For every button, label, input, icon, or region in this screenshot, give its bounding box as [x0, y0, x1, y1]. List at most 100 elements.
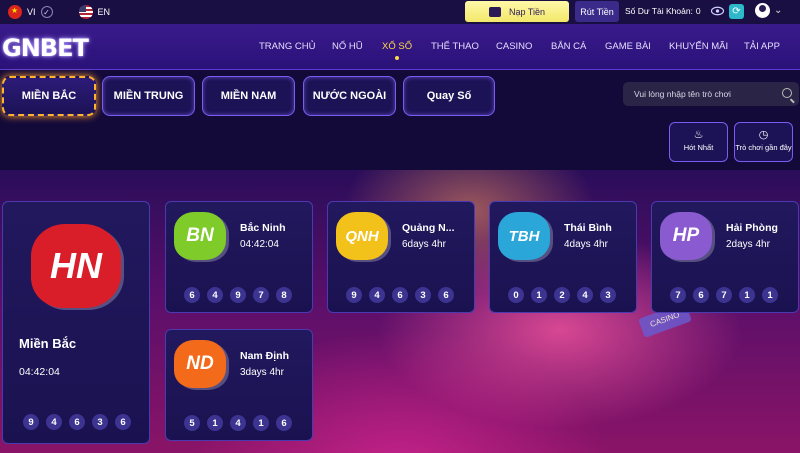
- hp-badge-icon: HP: [660, 212, 712, 260]
- balance-value: 0: [695, 6, 701, 16]
- tab-nuoc-ngoai[interactable]: NƯỚC NGOÀI: [303, 76, 396, 116]
- result-ball: 6: [392, 287, 408, 303]
- result-ball: 3: [600, 287, 616, 303]
- account-balance: Số Dư Tài Khoản: 0: [625, 6, 701, 16]
- tab-mien-bac[interactable]: MIỀN BẮC: [2, 76, 96, 116]
- game-card-hai-phong[interactable]: HP Hải Phòng 2days 4hr 7 6 7 1 1: [651, 201, 799, 313]
- result-ball: 7: [670, 287, 686, 303]
- result-ball: 6: [438, 287, 454, 303]
- result-ball: 1: [253, 415, 269, 431]
- tab-mien-trung[interactable]: MIỀN TRUNG: [102, 76, 195, 116]
- result-ball: 4: [207, 287, 223, 303]
- language-en-label: EN: [97, 7, 111, 17]
- filter-area: MIỀN BẮC MIỀN TRUNG MIỀN NAM NƯỚC NGOÀI …: [0, 70, 800, 170]
- game-countdown: 2days 4hr: [726, 239, 770, 250]
- nav-item-home[interactable]: TRANG CHỦ: [259, 41, 315, 52]
- game-name: Miền Bắc: [19, 336, 77, 351]
- result-ball: 7: [253, 287, 269, 303]
- game-name: Thái Bình: [564, 222, 612, 234]
- result-ball: 7: [716, 287, 732, 303]
- balance-label: Số Dư Tài Khoản:: [625, 6, 693, 16]
- top-bar: VI ✓ EN Nạp Tiền Rút Tiền Số Dư Tài Khoả…: [0, 0, 800, 24]
- deposit-label: Nạp Tiền: [508, 6, 546, 17]
- result-ball: 6: [69, 414, 85, 430]
- game-countdown: 04:42:04: [240, 239, 279, 250]
- user-icon: [755, 3, 770, 18]
- result-numbers: 7 6 7 1 1: [670, 287, 778, 303]
- nav-item-slots[interactable]: NỔ HŨ: [332, 41, 363, 52]
- game-card-quang-ninh[interactable]: QNH Quảng N... 6days 4hr 9 4 6 3 6: [327, 201, 475, 313]
- result-ball: 5: [184, 415, 200, 431]
- withdraw-button[interactable]: Rút Tiền: [575, 1, 619, 22]
- result-ball: 4: [46, 414, 62, 430]
- result-ball: 6: [115, 414, 131, 430]
- result-ball: 3: [415, 287, 431, 303]
- eye-icon[interactable]: [711, 6, 724, 16]
- deposit-button[interactable]: Nạp Tiền: [465, 1, 569, 22]
- game-name: Quảng N...: [402, 222, 455, 234]
- game-countdown: 4days 4hr: [564, 239, 608, 250]
- search-input[interactable]: Vui lòng nhập tên trò chơi: [623, 82, 799, 106]
- game-countdown: 6days 4hr: [402, 239, 446, 250]
- game-card-mien-bac[interactable]: HN Miền Bắc 04:42:04 9 4 6 3 6: [2, 201, 150, 444]
- result-ball: 8: [276, 287, 292, 303]
- game-countdown: 3days 4hr: [240, 367, 284, 378]
- recent-label: Trò chơi gần đây: [735, 143, 792, 152]
- nav-item-lottery[interactable]: XỔ SỐ: [382, 41, 412, 60]
- game-name: Bắc Ninh: [240, 222, 286, 234]
- result-ball: 0: [508, 287, 524, 303]
- recent-games-button[interactable]: ◷ Trò chơi gần đây: [734, 122, 793, 162]
- game-name: Nam Định: [240, 350, 290, 362]
- nav-item-sports[interactable]: THỂ THAO: [431, 41, 479, 52]
- nav-item-card-games[interactable]: GAME BÀI: [605, 41, 651, 52]
- logo[interactable]: GNBET: [2, 34, 89, 62]
- nav-item-download-app[interactable]: TẢI APP: [744, 41, 780, 52]
- result-numbers: 9 4 6 3 6: [346, 287, 454, 303]
- result-numbers: 9 4 6 3 6: [23, 414, 131, 430]
- search-icon[interactable]: [782, 88, 792, 98]
- bn-badge-icon: BN: [174, 212, 226, 260]
- nav-item-fishing[interactable]: BẮN CÁ: [551, 41, 586, 52]
- flame-icon: ♨: [693, 129, 704, 141]
- hot-button[interactable]: ♨ Hót Nhất: [669, 122, 728, 162]
- result-ball: 9: [23, 414, 39, 430]
- language-vi-label: VI: [27, 7, 36, 17]
- hot-label: Hót Nhất: [683, 143, 714, 152]
- result-numbers: 6 4 9 7 8: [184, 287, 292, 303]
- game-countdown: 04:42:04: [19, 366, 60, 378]
- tab-mien-nam[interactable]: MIỀN NAM: [202, 76, 295, 116]
- nav-item-promotions[interactable]: KHUYẾN MÃI: [669, 41, 728, 52]
- game-card-nam-dinh[interactable]: ND Nam Định 3days 4hr 5 1 4 1 6: [165, 329, 313, 441]
- result-ball: 6: [276, 415, 292, 431]
- tbh-badge-icon: TBH: [498, 212, 550, 260]
- vn-flag-icon: [8, 5, 22, 19]
- game-card-bac-ninh[interactable]: BN Bắc Ninh 04:42:04 6 4 9 7 8: [165, 201, 313, 313]
- wallet-icon: [488, 6, 501, 17]
- result-ball: 4: [230, 415, 246, 431]
- user-menu[interactable]: ⌄: [755, 3, 782, 18]
- game-card-thai-binh[interactable]: TBH Thái Bình 4days 4hr 0 1 2 4 3: [489, 201, 637, 313]
- result-ball: 9: [230, 287, 246, 303]
- result-ball: 9: [346, 287, 362, 303]
- result-ball: 1: [531, 287, 547, 303]
- nav-item-casino[interactable]: CASINO: [496, 41, 532, 52]
- chevron-down-icon: ⌄: [774, 5, 783, 16]
- result-ball: 3: [92, 414, 108, 430]
- result-ball: 4: [577, 287, 593, 303]
- result-numbers: 0 1 2 4 3: [508, 287, 616, 303]
- refresh-icon[interactable]: ⟳: [729, 4, 744, 19]
- nd-badge-icon: ND: [174, 340, 226, 388]
- result-ball: 6: [693, 287, 709, 303]
- language-vi[interactable]: VI ✓: [8, 5, 53, 19]
- result-ball: 6: [184, 287, 200, 303]
- game-name: Hải Phòng: [726, 222, 778, 234]
- tab-quay-so[interactable]: Quay Số: [403, 76, 495, 116]
- result-ball: 4: [369, 287, 385, 303]
- timer-icon: ◷: [758, 129, 769, 141]
- withdraw-label: Rút Tiền: [580, 6, 614, 17]
- main-nav: GNBET TRANG CHỦ NỔ HŨ XỔ SỐ THỂ THAO CAS…: [0, 24, 800, 70]
- qnh-badge-icon: QNH: [336, 212, 388, 260]
- result-numbers: 5 1 4 1 6: [184, 415, 292, 431]
- language-en[interactable]: EN: [78, 5, 111, 19]
- search-placeholder: Vui lòng nhập tên trò chơi: [634, 89, 731, 99]
